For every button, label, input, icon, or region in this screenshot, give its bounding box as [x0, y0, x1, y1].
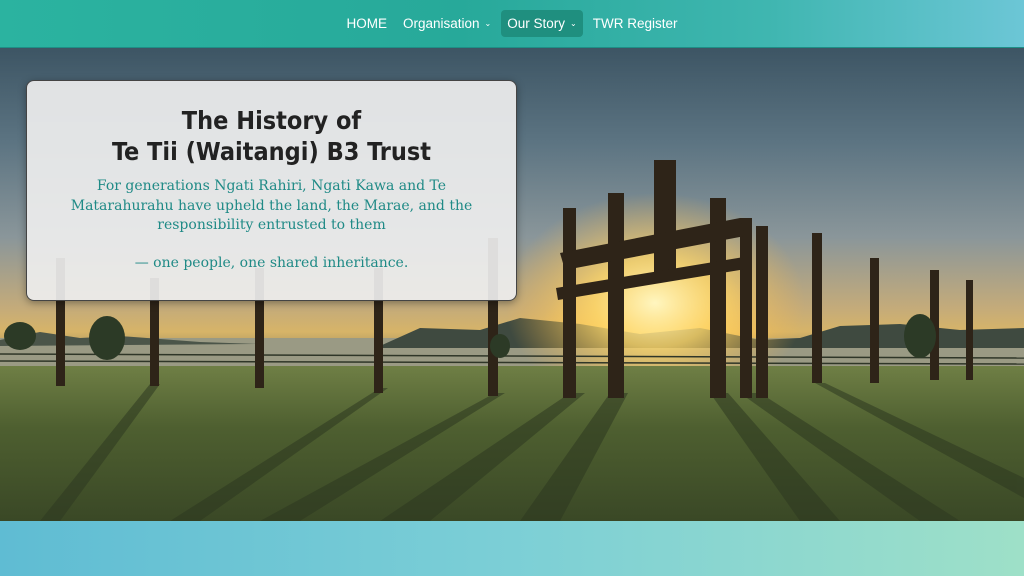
hero-banner: The History of Te Tii (Waitangi) B3 Trus…	[0, 48, 1024, 521]
main-navbar: HOME Organisation ⌄ Our Story ⌄ TWR Regi…	[0, 0, 1024, 48]
title-line-2: Te Tii (Waitangi) B3 Trust	[111, 137, 432, 166]
title-line-1: The History of	[181, 106, 362, 135]
hero-card: The History of Te Tii (Waitangi) B3 Trus…	[26, 80, 517, 301]
nav-home[interactable]: HOME	[341, 10, 394, 37]
nav-twr-register[interactable]: TWR Register	[587, 10, 684, 37]
hero-description: For generations Ngati Rahiri, Ngati Kawa…	[70, 178, 473, 233]
nav-our-story[interactable]: Our Story ⌄	[501, 10, 583, 37]
nav-organisation-label: Organisation	[403, 16, 480, 31]
nav-home-label: HOME	[346, 16, 388, 31]
hero-tagline: — one people, one shared inheritance.	[134, 254, 409, 271]
nav-list: HOME Organisation ⌄ Our Story ⌄ TWR Regi…	[341, 10, 684, 37]
nav-twr-register-label: TWR Register	[592, 16, 678, 31]
page-title: The History of Te Tii (Waitangi) B3 Trus…	[27, 105, 516, 167]
chevron-down-icon: ⌄	[484, 18, 492, 28]
nav-our-story-label: Our Story	[507, 16, 566, 31]
nav-organisation[interactable]: Organisation ⌄	[397, 10, 497, 37]
chevron-down-icon: ⌄	[570, 18, 577, 28]
footer-band	[0, 521, 1024, 576]
